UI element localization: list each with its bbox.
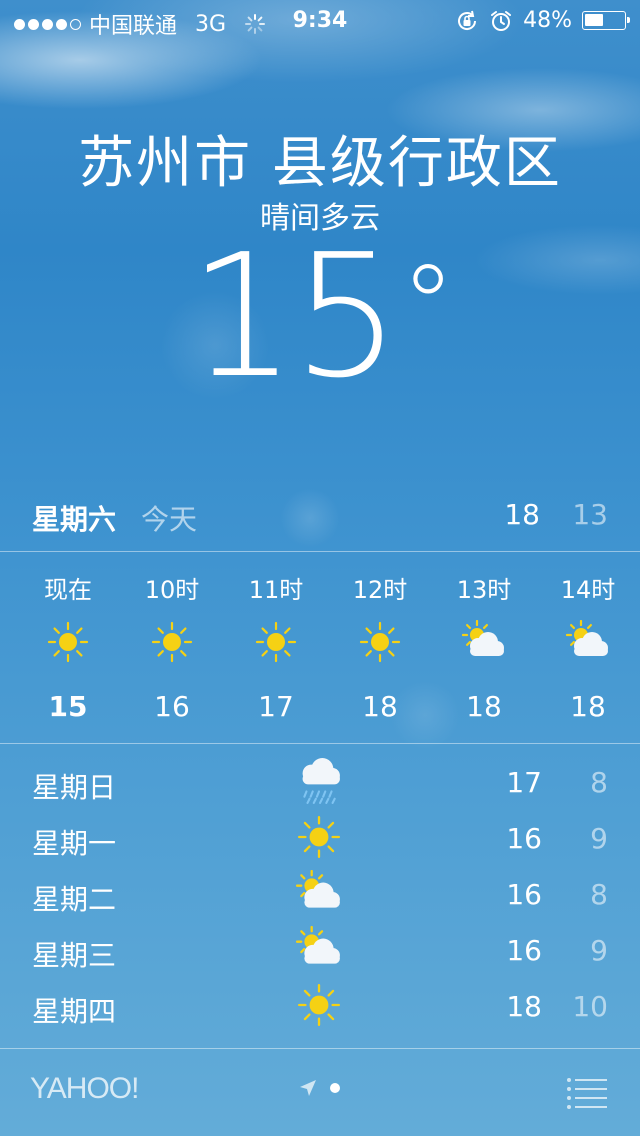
yahoo-logo[interactable]: YAHOO! [30, 1072, 139, 1106]
today-low: 13 [572, 498, 608, 531]
temperature-value: 15 [188, 218, 400, 416]
daily-row: 星期二 16 8 [0, 866, 640, 922]
daily-row: 星期三 16 9 [0, 922, 640, 978]
sun-icon [255, 621, 297, 663]
hourly-time: 11时 [248, 576, 304, 604]
today-high: 18 [504, 498, 540, 531]
daily-high: 16 [506, 822, 542, 855]
divider [0, 743, 640, 744]
daily-day: 星期二 [32, 883, 117, 916]
hourly-temp: 18 [570, 690, 606, 723]
daily-low: 9 [590, 822, 608, 855]
footer-toolbar: YAHOO! [0, 1050, 640, 1136]
daily-day: 星期四 [32, 995, 117, 1028]
partly-cloudy-icon [296, 926, 340, 964]
sun-icon [359, 621, 401, 663]
daily-row: 星期四 18 10 [0, 978, 640, 1034]
rotation-lock-icon [458, 10, 477, 30]
sun-icon [297, 983, 341, 1027]
rain-icon [302, 758, 340, 804]
daily-row: 星期日 17 8 [0, 754, 640, 810]
sun-icon [47, 621, 89, 663]
location-arrow-icon [300, 1080, 316, 1096]
hourly-temp: 18 [362, 690, 398, 723]
city-list-button[interactable] [566, 1076, 608, 1110]
daily-low: 10 [572, 990, 608, 1023]
sun-icon [297, 815, 341, 859]
today-day: 星期六 [32, 503, 117, 536]
daily-high: 16 [506, 878, 542, 911]
partly-cloudy-icon [296, 870, 340, 908]
hourly-temp: 15 [48, 690, 88, 723]
today-summary: 星期六 今天 18 13 [0, 492, 640, 548]
battery-percent: 48% [523, 8, 572, 33]
daily-high: 16 [506, 934, 542, 967]
hourly-temp: 16 [154, 690, 190, 723]
hourly-time: 14时 [560, 576, 616, 604]
alarm-icon [491, 10, 512, 31]
daily-day: 星期一 [32, 827, 117, 860]
page-indicator[interactable] [298, 1078, 340, 1098]
daily-low: 8 [590, 878, 608, 911]
divider [0, 1048, 640, 1049]
daily-high: 18 [506, 990, 542, 1023]
daily-row: 星期一 16 9 [0, 810, 640, 866]
hourly-temp: 18 [466, 690, 502, 723]
current-temperature: 15° [0, 232, 640, 402]
daily-day: 星期日 [32, 771, 117, 804]
today-label: 今天 [141, 503, 198, 536]
hourly-time: 现在 [44, 576, 92, 604]
daily-low: 8 [590, 766, 608, 799]
status-bar: 中国联通 3G 9:34 48% [0, 0, 640, 40]
battery-icon [582, 11, 630, 30]
daily-high: 17 [506, 766, 542, 799]
page-dot-active [330, 1083, 340, 1093]
partly-cloudy-icon [462, 620, 504, 656]
hourly-temp: 17 [258, 690, 294, 723]
hourly-forecast[interactable]: 现在 15 10时 16 11时 17 12时 18 13时 18 14时 18 [0, 554, 640, 742]
divider [0, 551, 640, 552]
sun-icon [151, 621, 193, 663]
partly-cloudy-icon [566, 620, 608, 656]
hourly-time: 13时 [456, 576, 512, 604]
degree-symbol: ° [400, 241, 456, 369]
daily-day: 星期三 [32, 939, 117, 972]
daily-low: 9 [590, 934, 608, 967]
city-name: 苏州市 县级行政区 [78, 131, 562, 196]
hourly-time: 12时 [352, 576, 408, 604]
hourly-time: 10时 [144, 576, 200, 604]
